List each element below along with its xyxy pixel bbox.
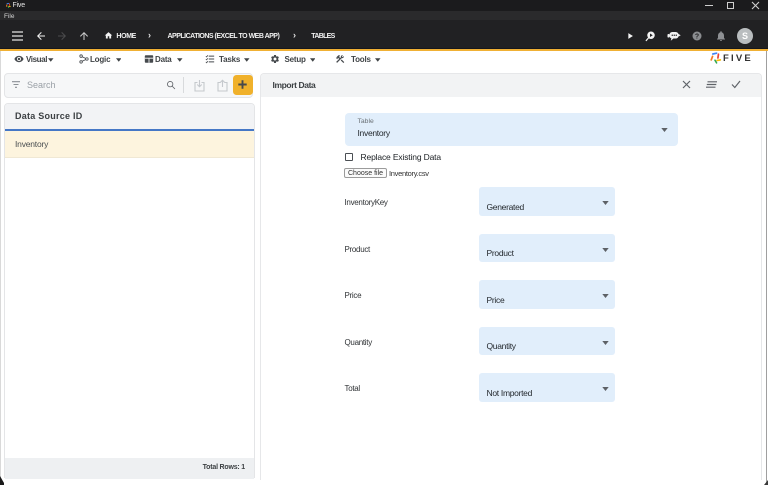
svg-text:?: ? xyxy=(695,34,699,41)
